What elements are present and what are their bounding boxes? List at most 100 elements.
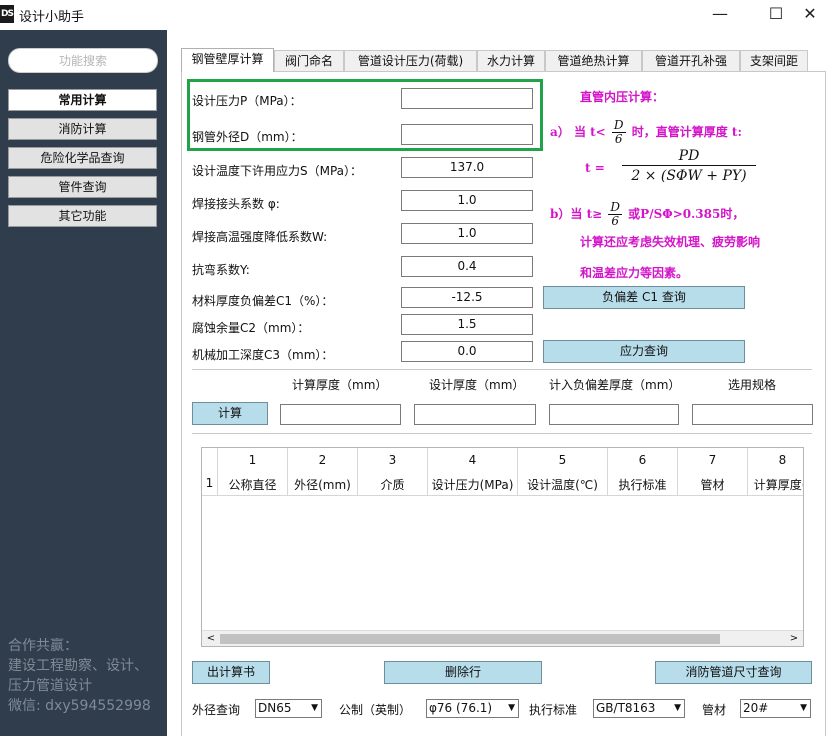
material-select-value: 20# xyxy=(743,701,769,715)
formula-condition-a: a） 当 t< D 6 时，直管计算厚度 t: xyxy=(550,119,742,146)
tab-design-pressure[interactable]: 管道设计压力(荷载) xyxy=(344,50,477,71)
formula-a-den: 6 xyxy=(614,132,623,146)
scroll-right-icon[interactable]: > xyxy=(787,631,801,646)
standard-select[interactable]: GB/T8163 ▼ xyxy=(593,699,685,718)
tab-opening-reinforcement[interactable]: 管道开孔补强 xyxy=(642,50,740,71)
scroll-left-icon[interactable]: < xyxy=(204,631,218,646)
column-name: 设计压力(MPa) xyxy=(431,478,514,492)
formula-note-line1: 计算还应考虑失效机理、疲劳影响 xyxy=(580,235,761,249)
formula-a-num: D xyxy=(611,118,626,133)
c2-input[interactable]: 1.5 xyxy=(401,314,533,335)
column-header[interactable]: 5 设计温度(℃) xyxy=(518,448,608,496)
allowable-stress-input[interactable]: 137.0 xyxy=(401,157,533,178)
footer-line: 微信: dxy594552998 xyxy=(8,698,151,714)
column-header[interactable]: 7 管材 xyxy=(678,448,748,496)
calc-thickness-output[interactable] xyxy=(280,404,401,425)
column-number: 2 xyxy=(318,453,327,467)
export-report-button[interactable]: 出计算书 xyxy=(192,661,270,684)
neg-dev-thickness-header: 计入负偏差厚度（mm） xyxy=(549,378,681,392)
column-number: 8 xyxy=(778,453,787,467)
metric-label: 公制（英制） xyxy=(339,703,412,717)
column-header[interactable]: 4 设计压力(MPa) xyxy=(428,448,518,496)
dropdown-arrow-icon: ▼ xyxy=(800,703,807,713)
minimize-button[interactable]: — xyxy=(700,2,740,26)
bending-factor-label: 抗弯系数Y: xyxy=(192,263,250,277)
formula-b-num: D xyxy=(608,200,622,215)
formula-b-suffix: 或P/SΦ>0.385时， xyxy=(628,207,745,221)
divider xyxy=(192,369,812,370)
function-search-input[interactable]: 功能搜索 xyxy=(8,48,158,73)
strength-reduction-input[interactable]: 1.0 xyxy=(401,223,533,244)
formula-title: 直管内压计算： xyxy=(580,90,665,104)
sidebar-item-other[interactable]: 其它功能 xyxy=(8,205,157,227)
row-header-corner: 1 xyxy=(202,448,218,496)
column-number: 1 xyxy=(248,453,257,467)
row-header: 1 xyxy=(205,476,214,490)
formula-a-suffix: 时，直管计算厚度 t: xyxy=(631,125,742,139)
design-thickness-output[interactable] xyxy=(414,404,536,425)
formula-main-num: PD xyxy=(622,148,756,166)
tab-insulation-calc[interactable]: 管道绝热计算 xyxy=(545,50,642,71)
stress-query-button[interactable]: 应力查询 xyxy=(543,340,745,363)
column-number: 5 xyxy=(558,453,567,467)
strength-reduction-label: 焊接高温强度降低系数W: xyxy=(192,230,328,244)
metric-select[interactable]: φ76 (76.1) ▼ xyxy=(426,699,519,718)
sidebar-item-fittings[interactable]: 管件查询 xyxy=(8,176,157,198)
fire-pipe-size-button[interactable]: 消防管道尺寸查询 xyxy=(655,661,812,684)
neg-dev-thickness-output[interactable] xyxy=(549,404,679,425)
app-icon: DS xyxy=(0,5,14,23)
od-query-label: 外径查询 xyxy=(192,703,241,717)
sidebar: 功能搜索 常用计算 消防计算 危险化学品查询 管件查询 其它功能 合作共赢： 建… xyxy=(0,30,167,736)
sidebar-item-fire-calc[interactable]: 消防计算 xyxy=(8,118,157,140)
column-number: 6 xyxy=(638,453,647,467)
column-name: 介质 xyxy=(380,478,405,492)
column-number: 7 xyxy=(708,453,717,467)
tab-pipe-wall-thickness[interactable]: 钢管壁厚计算 xyxy=(181,48,274,72)
results-table[interactable]: 1 1 公称直径 2 外径(mm) 3 介质 4 设计压力(MPa) 5 设计温度(℃) … xyxy=(201,447,804,647)
design-thickness-header: 设计厚度（mm） xyxy=(429,378,525,392)
column-name: 计算厚度(r xyxy=(753,478,803,492)
title-bar: DS 设计小助手 — ☐ ✕ xyxy=(0,0,831,30)
c3-label: 机械加工深度C3（mm）： xyxy=(192,348,334,362)
c3-input[interactable]: 0.0 xyxy=(401,341,533,362)
delete-row-button[interactable]: 删除行 xyxy=(384,661,542,684)
sidebar-item-hazchem[interactable]: 危险化学品查询 xyxy=(8,147,157,169)
scroll-thumb[interactable] xyxy=(220,634,720,644)
formula-a-fraction: D 6 xyxy=(611,118,626,146)
window-title: 设计小助手 xyxy=(19,10,85,25)
column-header[interactable]: 8 计算厚度(r xyxy=(748,448,803,496)
weld-factor-input[interactable]: 1.0 xyxy=(401,190,533,211)
bending-factor-input[interactable]: 0.4 xyxy=(401,256,533,277)
c1-query-button[interactable]: 负偏差 C1 查询 xyxy=(543,286,745,309)
tab-support-spacing[interactable]: 支架间距 xyxy=(740,50,808,71)
tab-hydraulic-calc[interactable]: 水力计算 xyxy=(477,50,545,71)
column-name: 公称直径 xyxy=(228,478,277,492)
column-number: 3 xyxy=(388,453,397,467)
column-name: 设计温度(℃) xyxy=(527,478,598,492)
material-label: 管材 xyxy=(702,703,727,717)
formula-t-eq: t = xyxy=(585,161,605,175)
tab-valve-naming[interactable]: 阀门命名 xyxy=(274,50,344,71)
footer-line: 建设工程勘察、设计、 xyxy=(8,658,148,674)
column-header[interactable]: 6 执行标准 xyxy=(608,448,678,496)
divider xyxy=(192,433,812,434)
sidebar-footer: 合作共赢： 建设工程勘察、设计、 压力管道设计 微信: dxy594552998 xyxy=(8,636,151,716)
column-header[interactable]: 2 外径(mm) xyxy=(288,448,358,496)
standard-select-value: GB/T8163 xyxy=(596,701,656,715)
formula-note-line2: 和温差应力等因素。 xyxy=(580,266,689,280)
od-select-value: DN65 xyxy=(258,701,292,715)
column-header[interactable]: 3 介质 xyxy=(358,448,428,496)
sidebar-item-common-calc[interactable]: 常用计算 xyxy=(8,89,157,111)
highlight-box xyxy=(187,79,543,151)
horizontal-scrollbar[interactable]: < > xyxy=(202,630,803,646)
formula-b-den: 6 xyxy=(611,214,619,228)
calculate-button[interactable]: 计算 xyxy=(192,402,268,425)
close-button[interactable]: ✕ xyxy=(790,2,830,26)
od-select[interactable]: DN65 ▼ xyxy=(255,699,322,718)
column-header[interactable]: 1 公称直径 xyxy=(218,448,288,496)
selected-spec-output[interactable] xyxy=(692,404,813,425)
dropdown-arrow-icon: ▼ xyxy=(508,703,515,713)
c1-input[interactable]: -12.5 xyxy=(401,287,533,308)
material-select[interactable]: 20# ▼ xyxy=(740,699,811,718)
weld-factor-label: 焊接接头系数 φ: xyxy=(192,197,280,211)
